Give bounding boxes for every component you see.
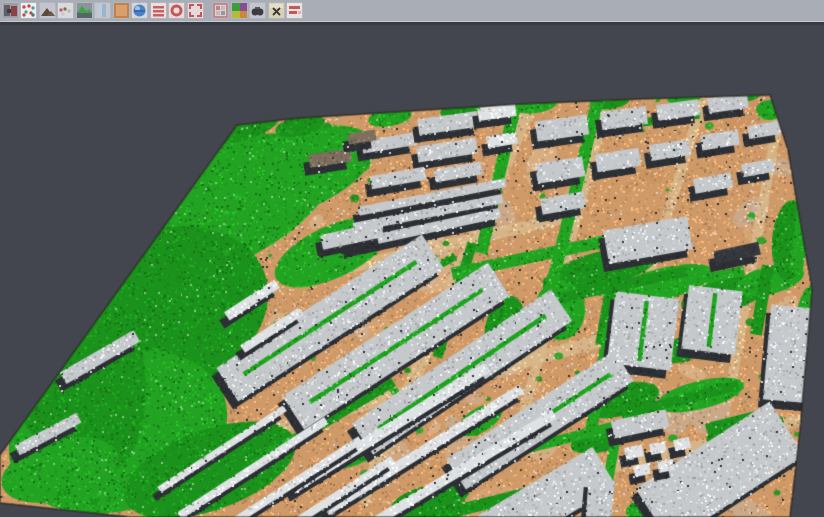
circle-select-icon bbox=[169, 3, 184, 18]
point-cloud-scene[interactable] bbox=[0, 22, 824, 517]
toolbar-button-profile-column[interactable] bbox=[94, 2, 111, 19]
orthophoto-icon bbox=[114, 3, 129, 18]
toolbar-button-remove-layer[interactable] bbox=[286, 2, 303, 19]
globe-icon bbox=[132, 3, 147, 18]
clip-grid-icon bbox=[213, 3, 228, 18]
toolbar-button-sparse-points[interactable] bbox=[57, 2, 74, 19]
toolbar bbox=[0, 0, 824, 22]
dem-icon bbox=[77, 3, 92, 18]
toolbar-button-classified-points[interactable] bbox=[20, 2, 37, 19]
point-cloud-icon bbox=[3, 3, 18, 18]
toolbar-button-red-layers[interactable] bbox=[150, 2, 167, 19]
red-layers-icon bbox=[151, 3, 166, 18]
toolbar-button-cross-section[interactable] bbox=[268, 2, 285, 19]
classified-points-icon bbox=[21, 3, 36, 18]
rect-select-icon bbox=[188, 3, 203, 18]
profile-column-icon bbox=[95, 3, 110, 18]
toolbar-button-stereo-view[interactable] bbox=[249, 2, 266, 19]
toolbar-button-classification-palette[interactable] bbox=[231, 2, 248, 19]
cross-section-icon bbox=[269, 3, 284, 18]
remove-layer-icon bbox=[287, 3, 302, 18]
classification-palette-icon bbox=[232, 3, 247, 18]
sparse-points-icon bbox=[58, 3, 73, 18]
toolbar-button-terrain[interactable] bbox=[39, 2, 56, 19]
toolbar-button-dem[interactable] bbox=[76, 2, 93, 19]
toolbar-button-globe[interactable] bbox=[131, 2, 148, 19]
toolbar-button-clip-grid[interactable] bbox=[212, 2, 229, 19]
stereo-view-icon bbox=[250, 3, 265, 18]
toolbar-button-circle-select[interactable] bbox=[168, 2, 185, 19]
terrain-icon bbox=[40, 3, 55, 18]
application-window bbox=[0, 0, 824, 517]
viewport-3d bbox=[0, 22, 824, 517]
toolbar-button-rect-select[interactable] bbox=[187, 2, 204, 19]
toolbar-button-point-cloud[interactable] bbox=[2, 2, 19, 19]
toolbar-button-orthophoto[interactable] bbox=[113, 2, 130, 19]
